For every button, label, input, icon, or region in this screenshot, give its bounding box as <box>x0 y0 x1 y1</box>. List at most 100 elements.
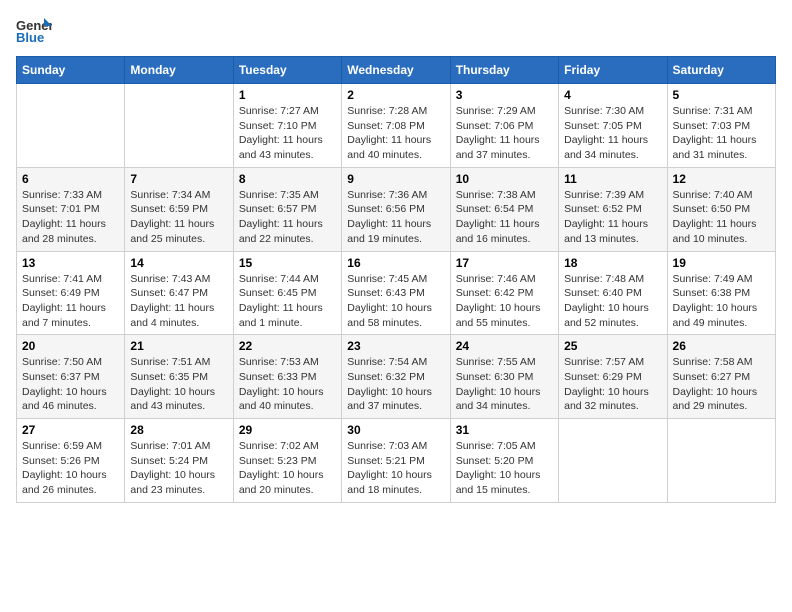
calendar-cell: 22 Sunrise: 7:53 AMSunset: 6:33 PMDayligh… <box>233 335 341 419</box>
day-detail: Sunrise: 7:02 AMSunset: 5:23 PMDaylight:… <box>239 439 336 498</box>
weekday-header-sunday: Sunday <box>17 57 125 84</box>
day-detail: Sunrise: 7:41 AMSunset: 6:49 PMDaylight:… <box>22 272 119 331</box>
day-detail: Sunrise: 7:40 AMSunset: 6:50 PMDaylight:… <box>673 188 770 247</box>
day-detail: Sunrise: 7:50 AMSunset: 6:37 PMDaylight:… <box>22 355 119 414</box>
day-number: 29 <box>239 423 336 437</box>
day-detail: Sunrise: 6:59 AMSunset: 5:26 PMDaylight:… <box>22 439 119 498</box>
day-number: 8 <box>239 172 336 186</box>
calendar-cell: 1Sunrise: 7:27 AMSunset: 7:10 PMDaylight… <box>233 84 341 168</box>
day-number: 25 <box>564 339 661 353</box>
day-number: 16 <box>347 256 444 270</box>
weekday-header-saturday: Saturday <box>667 57 775 84</box>
calendar-cell: 24 Sunrise: 7:55 AMSunset: 6:30 PMDayligh… <box>450 335 558 419</box>
calendar-cell: 17 Sunrise: 7:46 AMSunset: 6:42 PMDayligh… <box>450 251 558 335</box>
calendar-week-5: 27 Sunrise: 6:59 AMSunset: 5:26 PMDayligh… <box>17 419 776 503</box>
calendar-cell: 9 Sunrise: 7:36 AMSunset: 6:56 PMDaylight… <box>342 167 450 251</box>
day-detail: Sunrise: 7:57 AMSunset: 6:29 PMDaylight:… <box>564 355 661 414</box>
calendar-cell: 30 Sunrise: 7:03 AMSunset: 5:21 PMDayligh… <box>342 419 450 503</box>
calendar-cell: 6 Sunrise: 7:33 AMSunset: 7:01 PMDaylight… <box>17 167 125 251</box>
calendar-header-row: SundayMondayTuesdayWednesdayThursdayFrid… <box>17 57 776 84</box>
day-detail: Sunrise: 7:01 AMSunset: 5:24 PMDaylight:… <box>130 439 227 498</box>
day-number: 12 <box>673 172 770 186</box>
day-number: 26 <box>673 339 770 353</box>
day-number: 19 <box>673 256 770 270</box>
weekday-header-thursday: Thursday <box>450 57 558 84</box>
calendar-cell: 13 Sunrise: 7:41 AMSunset: 6:49 PMDayligh… <box>17 251 125 335</box>
calendar-cell: 21 Sunrise: 7:51 AMSunset: 6:35 PMDayligh… <box>125 335 233 419</box>
calendar-cell: 19 Sunrise: 7:49 AMSunset: 6:38 PMDayligh… <box>667 251 775 335</box>
calendar-week-2: 6 Sunrise: 7:33 AMSunset: 7:01 PMDaylight… <box>17 167 776 251</box>
day-detail: Sunrise: 7:27 AMSunset: 7:10 PMDaylight:… <box>239 104 336 163</box>
calendar-cell: 12 Sunrise: 7:40 AMSunset: 6:50 PMDayligh… <box>667 167 775 251</box>
day-detail: Sunrise: 7:05 AMSunset: 5:20 PMDaylight:… <box>456 439 553 498</box>
day-number: 13 <box>22 256 119 270</box>
day-number: 21 <box>130 339 227 353</box>
calendar-cell: 16 Sunrise: 7:45 AMSunset: 6:43 PMDayligh… <box>342 251 450 335</box>
day-detail: Sunrise: 7:35 AMSunset: 6:57 PMDaylight:… <box>239 188 336 247</box>
day-number: 30 <box>347 423 444 437</box>
day-number: 6 <box>22 172 119 186</box>
calendar-cell: 26 Sunrise: 7:58 AMSunset: 6:27 PMDayligh… <box>667 335 775 419</box>
day-detail: Sunrise: 7:43 AMSunset: 6:47 PMDaylight:… <box>130 272 227 331</box>
weekday-header-wednesday: Wednesday <box>342 57 450 84</box>
day-detail: Sunrise: 7:51 AMSunset: 6:35 PMDaylight:… <box>130 355 227 414</box>
day-detail: Sunrise: 7:39 AMSunset: 6:52 PMDaylight:… <box>564 188 661 247</box>
day-detail: Sunrise: 7:48 AMSunset: 6:40 PMDaylight:… <box>564 272 661 331</box>
day-detail: Sunrise: 7:36 AMSunset: 6:56 PMDaylight:… <box>347 188 444 247</box>
day-number: 14 <box>130 256 227 270</box>
day-number: 27 <box>22 423 119 437</box>
day-number: 22 <box>239 339 336 353</box>
day-detail: Sunrise: 7:53 AMSunset: 6:33 PMDaylight:… <box>239 355 336 414</box>
day-detail: Sunrise: 7:34 AMSunset: 6:59 PMDaylight:… <box>130 188 227 247</box>
day-number: 4 <box>564 88 661 102</box>
day-detail: Sunrise: 7:28 AMSunset: 7:08 PMDaylight:… <box>347 104 444 163</box>
day-detail: Sunrise: 7:31 AMSunset: 7:03 PMDaylight:… <box>673 104 770 163</box>
logo-icon: General Blue <box>16 16 52 44</box>
calendar-cell: 29 Sunrise: 7:02 AMSunset: 5:23 PMDayligh… <box>233 419 341 503</box>
day-number: 18 <box>564 256 661 270</box>
day-number: 23 <box>347 339 444 353</box>
calendar-week-4: 20 Sunrise: 7:50 AMSunset: 6:37 PMDayligh… <box>17 335 776 419</box>
day-number: 28 <box>130 423 227 437</box>
day-detail: Sunrise: 7:45 AMSunset: 6:43 PMDaylight:… <box>347 272 444 331</box>
logo: General Blue <box>16 16 52 44</box>
day-number: 10 <box>456 172 553 186</box>
svg-text:Blue: Blue <box>16 30 44 44</box>
calendar-cell: 3 Sunrise: 7:29 AMSunset: 7:06 PMDaylight… <box>450 84 558 168</box>
day-detail: Sunrise: 7:03 AMSunset: 5:21 PMDaylight:… <box>347 439 444 498</box>
weekday-header-monday: Monday <box>125 57 233 84</box>
calendar-cell <box>559 419 667 503</box>
day-detail: Sunrise: 7:46 AMSunset: 6:42 PMDaylight:… <box>456 272 553 331</box>
day-detail: Sunrise: 7:30 AMSunset: 7:05 PMDaylight:… <box>564 104 661 163</box>
day-detail: Sunrise: 7:58 AMSunset: 6:27 PMDaylight:… <box>673 355 770 414</box>
page-header: General Blue <box>16 16 776 44</box>
calendar-cell: 23Sunrise: 7:54 AMSunset: 6:32 PMDayligh… <box>342 335 450 419</box>
calendar-cell: 31Sunrise: 7:05 AMSunset: 5:20 PMDayligh… <box>450 419 558 503</box>
day-number: 11 <box>564 172 661 186</box>
day-number: 15 <box>239 256 336 270</box>
day-number: 3 <box>456 88 553 102</box>
day-number: 17 <box>456 256 553 270</box>
calendar-cell: 28 Sunrise: 7:01 AMSunset: 5:24 PMDayligh… <box>125 419 233 503</box>
day-detail: Sunrise: 7:49 AMSunset: 6:38 PMDaylight:… <box>673 272 770 331</box>
calendar-cell: 5Sunrise: 7:31 AMSunset: 7:03 PMDaylight… <box>667 84 775 168</box>
calendar-cell <box>667 419 775 503</box>
weekday-header-tuesday: Tuesday <box>233 57 341 84</box>
day-detail: Sunrise: 7:55 AMSunset: 6:30 PMDaylight:… <box>456 355 553 414</box>
day-detail: Sunrise: 7:44 AMSunset: 6:45 PMDaylight:… <box>239 272 336 331</box>
calendar-cell: 2 Sunrise: 7:28 AMSunset: 7:08 PMDaylight… <box>342 84 450 168</box>
calendar-cell <box>125 84 233 168</box>
calendar-week-3: 13 Sunrise: 7:41 AMSunset: 6:49 PMDayligh… <box>17 251 776 335</box>
weekday-header-friday: Friday <box>559 57 667 84</box>
day-detail: Sunrise: 7:33 AMSunset: 7:01 PMDaylight:… <box>22 188 119 247</box>
day-number: 20 <box>22 339 119 353</box>
day-number: 9 <box>347 172 444 186</box>
day-number: 2 <box>347 88 444 102</box>
calendar-cell: 10 Sunrise: 7:38 AMSunset: 6:54 PMDayligh… <box>450 167 558 251</box>
calendar-cell: 8 Sunrise: 7:35 AMSunset: 6:57 PMDaylight… <box>233 167 341 251</box>
calendar-table: SundayMondayTuesdayWednesdayThursdayFrid… <box>16 56 776 503</box>
day-detail: Sunrise: 7:29 AMSunset: 7:06 PMDaylight:… <box>456 104 553 163</box>
day-number: 24 <box>456 339 553 353</box>
day-detail: Sunrise: 7:38 AMSunset: 6:54 PMDaylight:… <box>456 188 553 247</box>
calendar-week-1: 1Sunrise: 7:27 AMSunset: 7:10 PMDaylight… <box>17 84 776 168</box>
